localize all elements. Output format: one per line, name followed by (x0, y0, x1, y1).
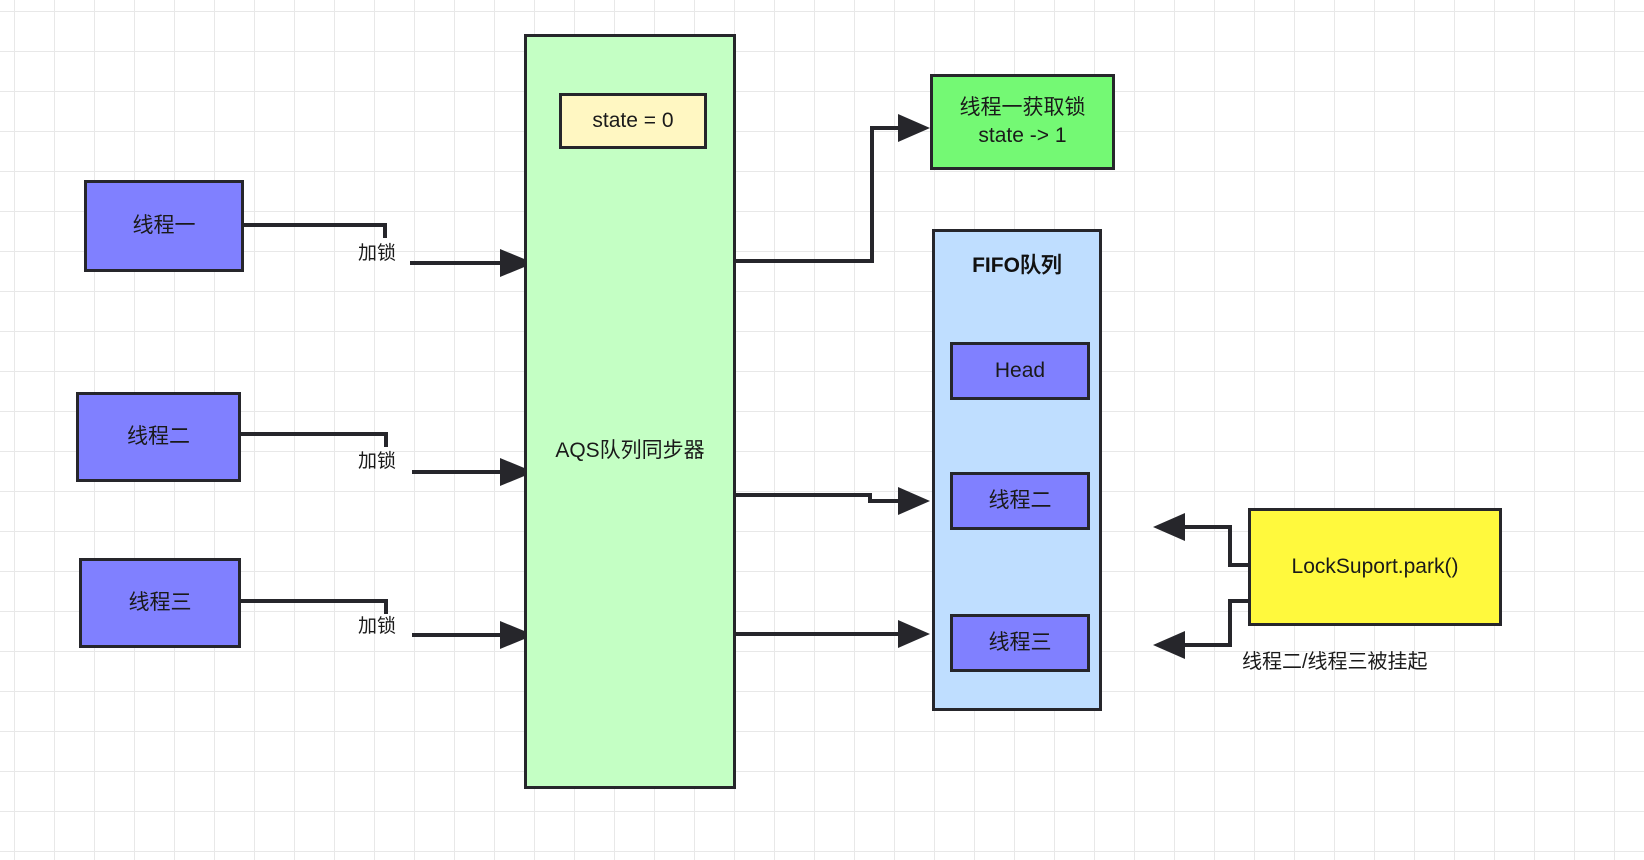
wire-park-to-fifo-two (1185, 525, 1248, 567)
thread-box-two-label: 线程二 (127, 424, 190, 448)
arrowhead-fifo-three (898, 620, 930, 648)
thread-box-two[interactable]: 线程二 (76, 392, 241, 482)
thread-box-three[interactable]: 线程三 (79, 558, 241, 648)
thread-box-three-label: 线程三 (128, 590, 192, 614)
edge-label-lock-one: 加锁 (358, 243, 397, 264)
lock-support-park-label: LockSuport.park() (1291, 554, 1459, 578)
fifo-queue-title: FIFO队列 (972, 254, 1062, 277)
fifo-node-head[interactable]: Head (950, 342, 1090, 400)
diagram-canvas: 线程一 线程二 线程三 加锁 加锁 加锁 state = 0 AQS队列同步器 … (0, 0, 1644, 860)
fifo-node-thread-three-label: 线程三 (988, 630, 1052, 654)
wire-aqs-to-fifo-two (736, 493, 898, 503)
edge-label-lock-three: 加锁 (358, 616, 397, 637)
arrowhead-acquired (898, 114, 930, 142)
connector-layer (241, 114, 1248, 659)
thread-box-one[interactable]: 线程一 (84, 180, 244, 272)
arrowhead-park-three (1153, 631, 1185, 659)
lock-acquired-label: 线程一获取锁 state -> 1 (959, 95, 1086, 147)
fifo-node-head-label: Head (994, 358, 1046, 382)
edge-label-lock-two: 加锁 (358, 451, 397, 472)
wire-thread-one-stub (243, 223, 387, 238)
fifo-node-thread-three[interactable]: 线程三 (950, 614, 1090, 672)
fifo-node-thread-two[interactable]: 线程二 (950, 472, 1090, 530)
wire-park-to-fifo-three (1185, 599, 1248, 647)
park-caption: 线程二/线程三被挂起 (1242, 651, 1428, 673)
lock-acquired-box[interactable]: 线程一获取锁 state -> 1 (930, 74, 1115, 170)
lock-support-park-box[interactable]: LockSuport.park() (1248, 508, 1502, 626)
arrowhead-fifo-two (898, 487, 930, 515)
aqs-box[interactable]: state = 0 AQS队列同步器 (524, 34, 736, 789)
aqs-box-label: AQS队列同步器 (555, 439, 705, 462)
state-box: state = 0 (559, 93, 707, 149)
wire-aqs-to-acquired (736, 126, 898, 263)
state-box-label: state = 0 (592, 108, 674, 132)
fifo-node-thread-two-label: 线程二 (988, 488, 1052, 512)
arrowhead-park-two (1153, 513, 1185, 541)
fifo-queue-box[interactable]: FIFO队列 Head 线程二 线程三 (932, 229, 1102, 711)
thread-box-one-label: 线程一 (132, 213, 196, 237)
